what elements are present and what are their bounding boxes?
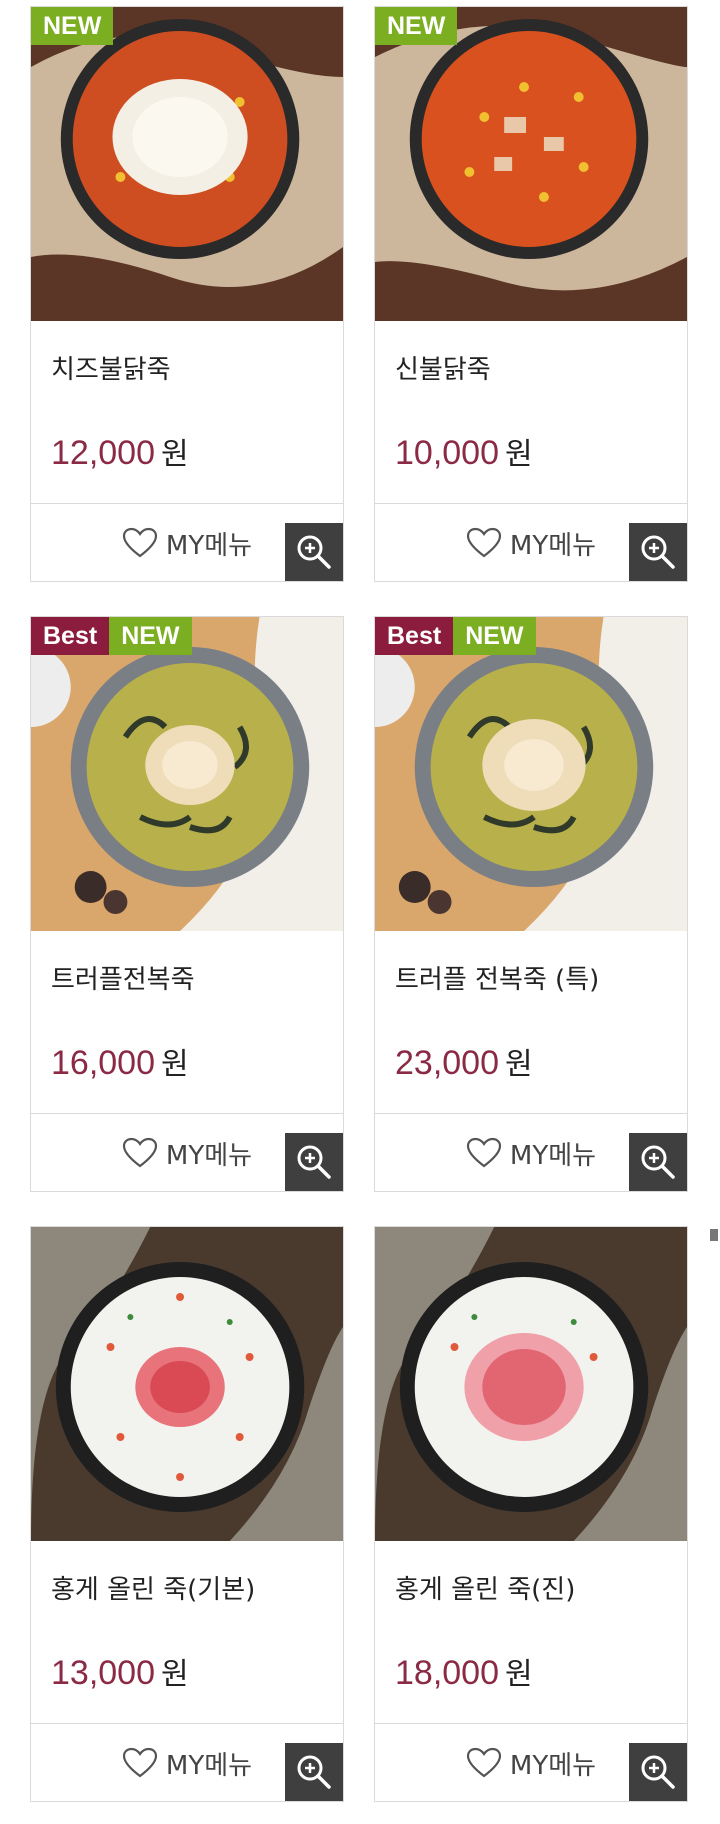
- zoom-button[interactable]: [285, 523, 343, 581]
- price-row: 13,000 원: [51, 1649, 189, 1693]
- zoom-in-icon: [297, 1145, 331, 1179]
- scrollbar-thumb[interactable]: [710, 1229, 718, 1241]
- product-name[interactable]: 치즈불닭죽: [51, 349, 171, 386]
- new-badge: NEW: [453, 617, 536, 655]
- zoom-in-icon: [297, 535, 331, 569]
- product-image[interactable]: [31, 617, 343, 931]
- badge-group: NEW: [31, 7, 114, 45]
- product-card[interactable]: Best NEW 트러플 전복죽 (특) 23,000 원 MY메뉴: [374, 616, 688, 1192]
- divider: [31, 1113, 343, 1114]
- divider: [375, 1113, 687, 1114]
- currency-label: 원: [161, 1047, 189, 1082]
- currency-label: 원: [505, 1657, 533, 1692]
- product-card[interactable]: NEW 신불닭죽 10,000 원 MY메뉴: [374, 6, 688, 582]
- price-row: 18,000 원: [395, 1649, 533, 1693]
- product-price: 18,000: [395, 1654, 499, 1692]
- product-price: 12,000: [51, 434, 155, 472]
- product-grid: NEW 치즈불닭죽 12,000 원 MY메뉴 NEW 신불닭죽 10,000 …: [0, 0, 720, 1824]
- zoom-in-icon: [641, 1145, 675, 1179]
- product-card[interactable]: Best NEW 트러플전복죽 16,000 원 MY메뉴: [30, 616, 344, 1192]
- badge-group: NEW: [375, 7, 458, 45]
- currency-label: 원: [505, 1047, 533, 1082]
- zoom-in-icon: [641, 535, 675, 569]
- product-price: 10,000: [395, 434, 499, 472]
- mymenu-label: MY메뉴: [509, 530, 597, 561]
- new-badge: NEW: [31, 7, 114, 45]
- product-image[interactable]: [31, 7, 343, 321]
- product-image[interactable]: [375, 7, 687, 321]
- zoom-button[interactable]: [629, 1133, 687, 1191]
- heart-outline-icon: [466, 527, 502, 558]
- badge-group: Best NEW: [375, 617, 536, 655]
- new-badge: NEW: [375, 7, 458, 45]
- product-image[interactable]: [375, 1227, 687, 1541]
- product-name[interactable]: 홍게 올린 죽(기본): [51, 1569, 255, 1606]
- badge-group: Best NEW: [31, 617, 192, 655]
- product-name[interactable]: 홍게 올린 죽(진): [395, 1569, 575, 1606]
- new-badge: NEW: [109, 617, 192, 655]
- product-image[interactable]: [31, 1227, 343, 1541]
- price-row: 23,000 원: [395, 1039, 533, 1083]
- product-card[interactable]: NEW 치즈불닭죽 12,000 원 MY메뉴: [30, 6, 344, 582]
- currency-label: 원: [161, 437, 189, 472]
- mymenu-label: MY메뉴: [509, 1750, 597, 1781]
- product-price: 23,000: [395, 1044, 499, 1082]
- divider: [31, 1723, 343, 1724]
- divider: [375, 503, 687, 504]
- mymenu-label: MY메뉴: [165, 1140, 253, 1171]
- heart-outline-icon: [122, 1747, 158, 1778]
- product-name[interactable]: 트러플전복죽: [51, 959, 195, 996]
- divider: [31, 503, 343, 504]
- mymenu-label: MY메뉴: [165, 530, 253, 561]
- best-badge: Best: [31, 617, 110, 655]
- product-price: 16,000: [51, 1044, 155, 1082]
- product-name[interactable]: 트러플 전복죽 (특): [395, 959, 599, 996]
- currency-label: 원: [505, 437, 533, 472]
- price-row: 10,000 원: [395, 429, 533, 473]
- zoom-button[interactable]: [629, 1743, 687, 1801]
- zoom-button[interactable]: [285, 1743, 343, 1801]
- heart-outline-icon: [122, 1137, 158, 1168]
- heart-outline-icon: [122, 527, 158, 558]
- product-image[interactable]: [375, 617, 687, 931]
- zoom-in-icon: [297, 1755, 331, 1789]
- zoom-button[interactable]: [285, 1133, 343, 1191]
- currency-label: 원: [161, 1657, 189, 1692]
- price-row: 16,000 원: [51, 1039, 189, 1083]
- product-card[interactable]: 홍게 올린 죽(진) 18,000 원 MY메뉴: [374, 1226, 688, 1802]
- product-price: 13,000: [51, 1654, 155, 1692]
- divider: [375, 1723, 687, 1724]
- best-badge: Best: [375, 617, 454, 655]
- mymenu-label: MY메뉴: [165, 1750, 253, 1781]
- price-row: 12,000 원: [51, 429, 189, 473]
- heart-outline-icon: [466, 1747, 502, 1778]
- product-name[interactable]: 신불닭죽: [395, 349, 491, 386]
- zoom-button[interactable]: [629, 523, 687, 581]
- mymenu-label: MY메뉴: [509, 1140, 597, 1171]
- product-card[interactable]: 홍게 올린 죽(기본) 13,000 원 MY메뉴: [30, 1226, 344, 1802]
- zoom-in-icon: [641, 1755, 675, 1789]
- heart-outline-icon: [466, 1137, 502, 1168]
